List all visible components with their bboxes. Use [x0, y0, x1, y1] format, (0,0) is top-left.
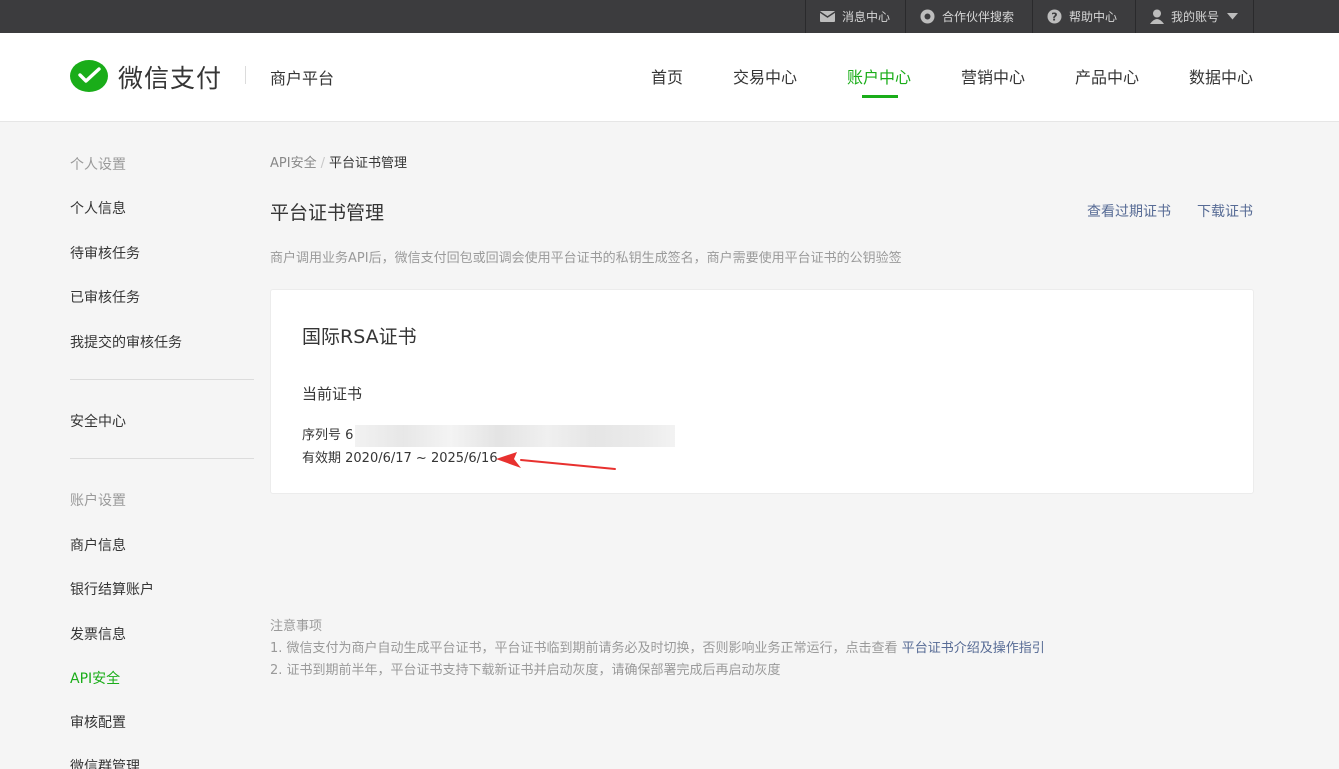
sidebar-group-account: 账户设置	[70, 493, 126, 509]
nav-data[interactable]: 数据中心	[1189, 64, 1253, 88]
notes-section: 注意事项 1. 微信支付为商户自动生成平台证书，平台证书临到期前请务必及时切换，…	[270, 616, 1045, 682]
serial-redaction	[355, 424, 676, 447]
validity-period: 有效期 2020/6/17 ~ 2025/6/16	[302, 451, 498, 466]
messages-link[interactable]: 消息中心	[805, 0, 905, 33]
breadcrumb-parent[interactable]: API安全	[270, 156, 317, 171]
sidebar-item-review-config[interactable]: 审核配置	[70, 712, 126, 732]
top-bar: 消息中心 合作伙伴搜索 ? 帮助中心 我的账号	[0, 0, 1339, 33]
breadcrumb-separator: /	[320, 156, 325, 171]
sidebar-item-reviewed[interactable]: 已审核任务	[70, 287, 140, 307]
account-label: 我的账号	[1171, 10, 1220, 24]
note-line-1-text: 1. 微信支付为商户自动生成平台证书，平台证书临到期前请务必及时切换，否则影响业…	[270, 641, 898, 656]
sidebar-divider	[70, 379, 254, 380]
header-divider	[245, 66, 246, 84]
header: 微信支付 商户平台 首页 交易中心 账户中心 营销中心 产品中心 数据中心	[0, 33, 1339, 122]
sidebar-group-personal: 个人设置	[70, 157, 126, 173]
breadcrumb-current: 平台证书管理	[328, 156, 407, 171]
breadcrumb: API安全 / 平台证书管理	[270, 152, 407, 171]
page-description: 商户调用业务API后，微信支付回包或回调会使用平台证书的私钥生成签名，商户需要使…	[270, 251, 902, 266]
card-title: 国际RSA证书	[302, 326, 417, 348]
partner-search-label: 合作伙伴搜索	[942, 10, 1015, 24]
svg-text:?: ?	[1051, 11, 1057, 24]
nav-transactions[interactable]: 交易中心	[733, 64, 797, 88]
help-link[interactable]: ? 帮助中心	[1032, 0, 1135, 33]
sidebar-item-invoice[interactable]: 发票信息	[70, 624, 126, 644]
help-icon: ?	[1047, 9, 1062, 24]
view-expired-certs-link[interactable]: 查看过期证书	[1087, 201, 1171, 221]
note-line-2: 2. 证书到期前半年，平台证书支持下载新证书并启动灰度，请确保部署完成后再启动灰…	[270, 663, 781, 678]
notes-heading: 注意事项	[270, 619, 323, 634]
platform-name: 商户平台	[270, 69, 335, 88]
serial-number: 序列号 6	[302, 424, 676, 447]
nav-account-center[interactable]: 账户中心	[847, 64, 911, 88]
note-line-1: 1. 微信支付为商户自动生成平台证书，平台证书临到期前请务必及时切换，否则影响业…	[270, 638, 1045, 660]
sidebar-item-api-security[interactable]: API安全	[70, 668, 120, 688]
mail-icon	[820, 11, 835, 22]
download-cert-link[interactable]: 下载证书	[1197, 201, 1253, 221]
active-nav-indicator	[862, 95, 898, 98]
partner-search-link[interactable]: 合作伙伴搜索	[905, 0, 1032, 33]
sidebar-item-wechat-group[interactable]: 微信群管理	[70, 756, 140, 769]
sidebar-divider	[70, 458, 254, 459]
sidebar-item-my-submitted[interactable]: 我提交的审核任务	[70, 332, 182, 352]
wechat-pay-logo-icon	[70, 60, 108, 92]
sidebar-item-security-center[interactable]: 安全中心	[70, 411, 126, 431]
messages-label: 消息中心	[842, 10, 891, 24]
serial-label: 序列号 6	[302, 428, 354, 443]
certificate-card: 国际RSA证书 当前证书 序列号 6 有效期 2020/6/17 ~ 2025/…	[270, 289, 1254, 494]
brand-name: 微信支付	[118, 64, 223, 93]
annotation-arrow-icon	[496, 452, 616, 470]
account-menu[interactable]: 我的账号	[1135, 0, 1254, 33]
page-title: 平台证书管理	[270, 202, 385, 224]
nav-home[interactable]: 首页	[651, 64, 683, 88]
help-label: 帮助中心	[1069, 10, 1118, 24]
nav-marketing[interactable]: 营销中心	[961, 64, 1025, 88]
sidebar-item-merchant-info[interactable]: 商户信息	[70, 535, 126, 555]
sidebar-item-pending-review[interactable]: 待审核任务	[70, 243, 140, 263]
nav-products[interactable]: 产品中心	[1075, 64, 1139, 88]
current-cert-heading: 当前证书	[302, 385, 363, 403]
user-icon	[1150, 9, 1164, 24]
sidebar-item-personal-info[interactable]: 个人信息	[70, 198, 126, 218]
partner-icon	[920, 9, 935, 24]
caret-down-icon	[1227, 13, 1239, 20]
cert-guide-link[interactable]: 平台证书介绍及操作指引	[902, 641, 1045, 656]
wechat-pay-logo[interactable]: 微信支付	[70, 59, 222, 95]
sidebar-item-bank-account[interactable]: 银行结算账户	[70, 579, 154, 599]
